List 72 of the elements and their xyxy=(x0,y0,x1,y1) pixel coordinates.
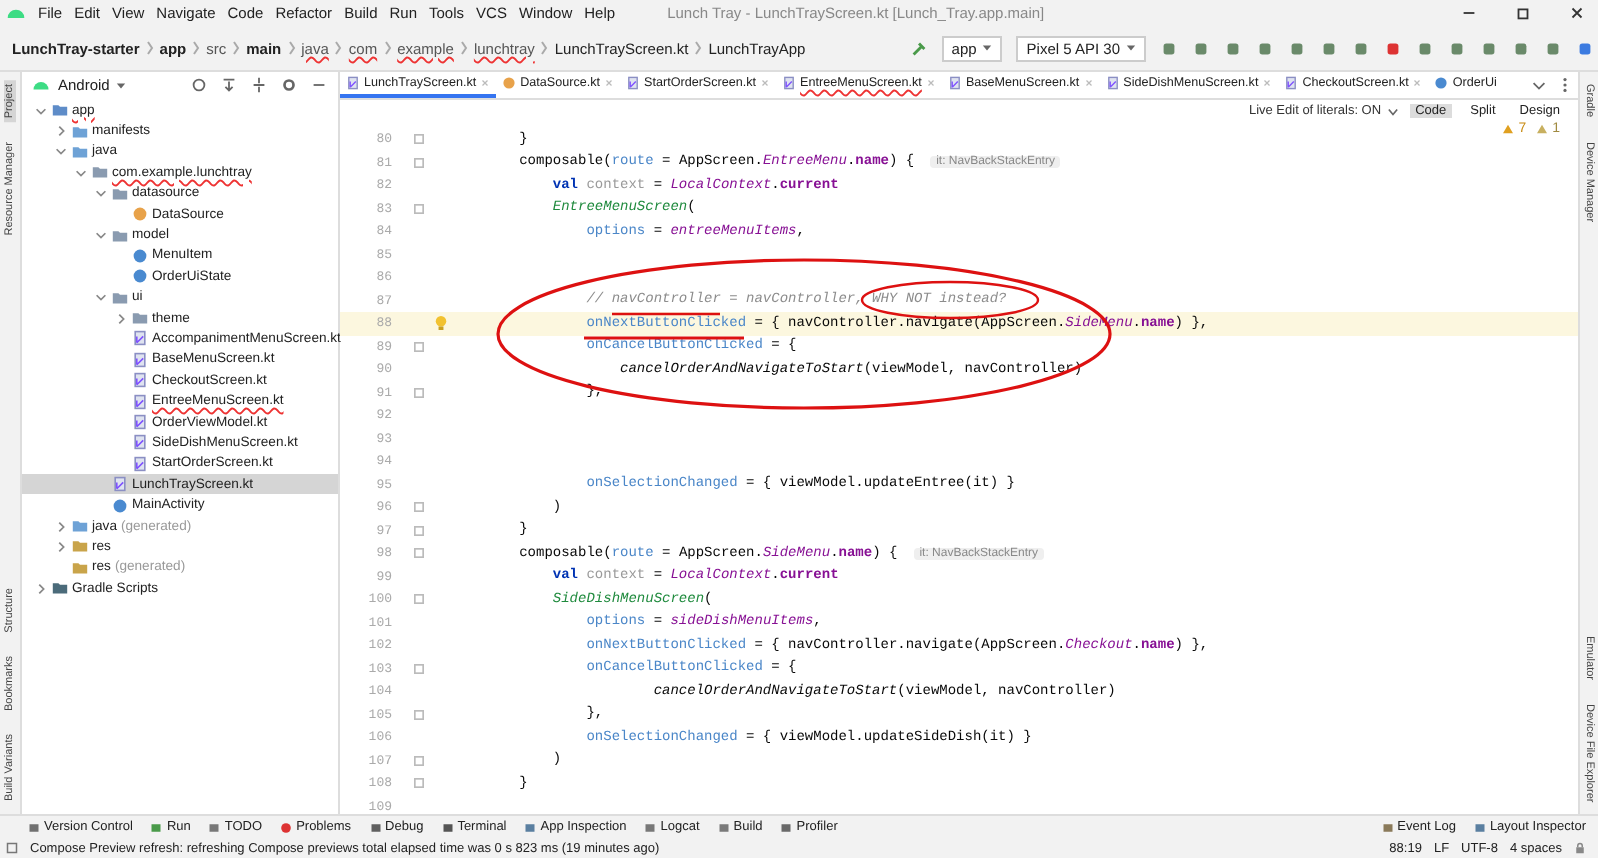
restore-icon[interactable] xyxy=(1514,4,1532,22)
kotlin-file-icon xyxy=(782,76,797,90)
chevron-icon[interactable] xyxy=(94,228,108,243)
kotlin-file-icon xyxy=(132,351,148,368)
folder-icon xyxy=(112,227,128,244)
fold-icon[interactable] xyxy=(414,709,424,720)
chevron-icon xyxy=(334,40,343,56)
chevron-icon xyxy=(540,40,549,56)
fold-icon[interactable] xyxy=(414,341,424,352)
chevron-icon xyxy=(459,40,468,56)
fold-icon[interactable] xyxy=(414,755,424,766)
chevron-icon[interactable] xyxy=(34,581,48,596)
caret-icon xyxy=(115,81,126,89)
warning-icon xyxy=(1502,124,1515,134)
lock-icon xyxy=(1574,842,1586,854)
fold-icon[interactable] xyxy=(414,387,424,398)
collapse-icon[interactable] xyxy=(220,76,238,94)
fold-icon[interactable] xyxy=(414,778,424,789)
fold-icon[interactable] xyxy=(414,157,424,168)
chevron-icon xyxy=(287,40,296,56)
chevron-icon[interactable] xyxy=(54,124,68,139)
android-icon xyxy=(32,76,50,94)
fold-icon[interactable] xyxy=(414,594,424,605)
kotlin-file-icon xyxy=(346,76,360,90)
caret-icon xyxy=(1387,107,1398,115)
chevron-icon[interactable] xyxy=(94,290,108,305)
chevron-icon xyxy=(192,40,201,56)
kotlin-file-icon xyxy=(132,372,148,389)
kotlin-file-icon xyxy=(132,330,148,347)
close-icon[interactable] xyxy=(1568,4,1586,22)
kotlin-file-icon xyxy=(132,414,148,431)
chevron-icon[interactable] xyxy=(34,103,48,118)
android-icon xyxy=(6,6,26,20)
kotlin-file-icon xyxy=(947,76,962,90)
class-icon xyxy=(112,497,128,514)
chevron-icon[interactable] xyxy=(54,539,68,554)
fold-icon[interactable] xyxy=(414,548,424,559)
object-icon xyxy=(502,76,517,90)
chevron-icon[interactable] xyxy=(94,186,108,201)
expand-icon[interactable] xyxy=(250,76,268,94)
kotlin-file-icon xyxy=(112,476,128,493)
fold-icon[interactable] xyxy=(414,525,424,536)
kotlin-file-icon xyxy=(626,76,641,90)
caret-icon xyxy=(982,44,993,52)
fold-icon[interactable] xyxy=(414,134,424,145)
checkbox-icon xyxy=(6,842,18,854)
chevron-icon[interactable] xyxy=(54,144,68,159)
kotlin-file-icon xyxy=(132,393,148,410)
annotation-underline xyxy=(612,312,720,316)
fold-icon[interactable] xyxy=(414,203,424,214)
warning-icon xyxy=(1536,124,1549,134)
kotlin-file-icon xyxy=(132,455,148,472)
fold-icon[interactable] xyxy=(414,502,424,513)
chevron-icon[interactable] xyxy=(54,519,68,533)
kotlin-file-icon xyxy=(1105,76,1120,90)
chevron-icon xyxy=(145,40,154,56)
target-icon[interactable] xyxy=(190,76,208,94)
fold-icon[interactable] xyxy=(414,663,424,674)
chevron-icon xyxy=(383,40,392,56)
kotlin-file-icon xyxy=(132,434,148,451)
run-icon xyxy=(150,821,163,833)
error-icon xyxy=(280,821,293,833)
chevron-icon xyxy=(232,40,241,56)
object-icon xyxy=(132,206,148,223)
chevron-icon xyxy=(694,40,703,56)
stop-icon[interactable] xyxy=(1384,39,1402,57)
lightbulb-icon[interactable] xyxy=(434,314,448,333)
chevron-icon[interactable] xyxy=(74,165,88,180)
caret-icon xyxy=(1126,44,1136,52)
chevron-icon[interactable] xyxy=(114,311,128,326)
class-icon xyxy=(1434,76,1449,90)
kotlin-file-icon xyxy=(1284,76,1299,90)
